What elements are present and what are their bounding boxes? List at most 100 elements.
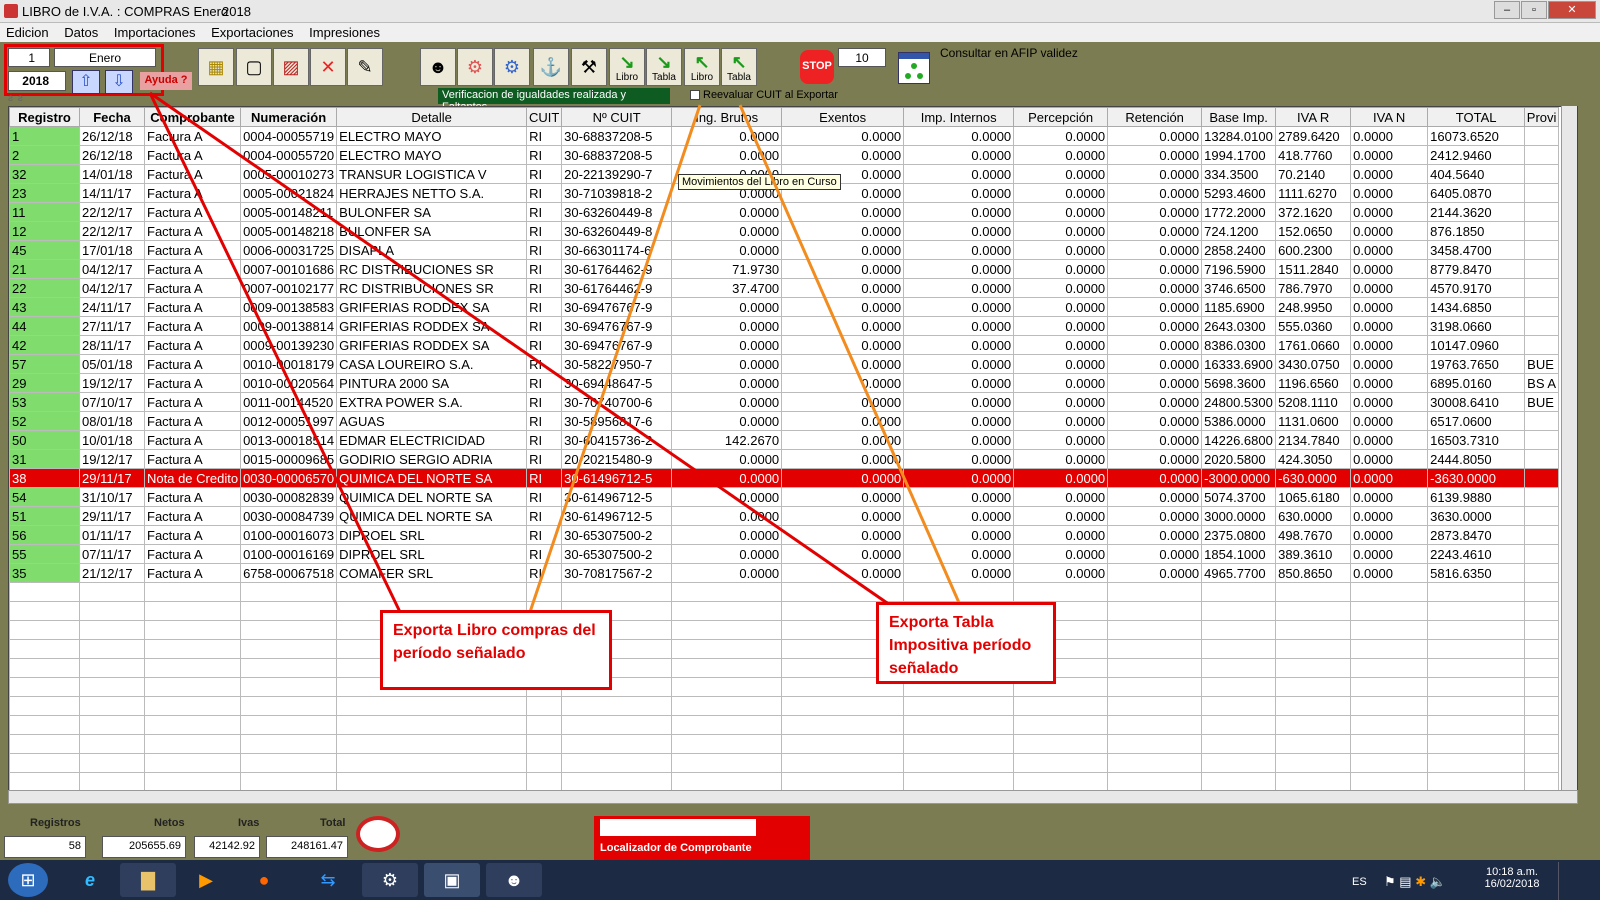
table-cell[interactable]: 0.0000: [903, 221, 1015, 241]
table-cell[interactable]: 1131.0600: [1275, 411, 1352, 431]
table-cell[interactable]: [1013, 582, 1109, 602]
table-cell[interactable]: 0.0000: [671, 373, 783, 393]
table-cell[interactable]: 08/01/18: [79, 411, 145, 431]
arrow-up-icon[interactable]: ⇧: [72, 70, 100, 94]
inspector-button[interactable]: ☻: [420, 48, 456, 86]
table-cell[interactable]: [1201, 696, 1277, 716]
table-cell[interactable]: [240, 696, 338, 716]
table-cell[interactable]: 1196.6560: [1275, 373, 1352, 393]
table-cell[interactable]: [1524, 544, 1560, 564]
table-cell[interactable]: 0.0000: [1107, 411, 1203, 431]
help-button[interactable]: Ayuda ?: [140, 72, 192, 90]
table-cell[interactable]: 0.0000: [671, 525, 783, 545]
table-cell[interactable]: [1107, 639, 1203, 659]
table-cell[interactable]: 0.0000: [1107, 164, 1203, 184]
table-cell[interactable]: 0.0000: [1350, 354, 1429, 374]
table-cell[interactable]: 1185.6900: [1201, 297, 1277, 317]
table-row[interactable]: 12 22/12/17 Factura A 0005-00148218 BULONFER…: [9, 221, 1560, 241]
table-cell[interactable]: 30008.6410: [1427, 392, 1526, 412]
table-cell[interactable]: [9, 753, 80, 773]
table-cell[interactable]: [1275, 715, 1352, 735]
table-cell[interactable]: 1772.2000: [1201, 202, 1277, 222]
table-cell[interactable]: 5698.3600: [1201, 373, 1277, 393]
table-cell[interactable]: [1201, 639, 1277, 659]
table-cell[interactable]: 0.0000: [1013, 544, 1109, 564]
table-cell[interactable]: [9, 715, 80, 735]
table-cell[interactable]: [1350, 772, 1429, 792]
table-cell[interactable]: [561, 582, 673, 602]
table-cell[interactable]: 389.3610: [1275, 544, 1352, 564]
table-cell[interactable]: BUE: [1524, 354, 1560, 374]
table-cell[interactable]: 0011-00144520: [240, 392, 338, 412]
table-cell[interactable]: 5293.4600: [1201, 183, 1277, 203]
table-cell[interactable]: RI: [526, 392, 563, 412]
table-cell[interactable]: 0005-00148218: [240, 221, 338, 241]
table-row[interactable]: 51 29/11/17 Factura A 0030-00084739 QUIMICA …: [9, 506, 1560, 526]
table-cell[interactable]: [1524, 411, 1560, 431]
table-cell[interactable]: 07/11/17: [79, 544, 145, 564]
table-cell[interactable]: 2412.9460: [1427, 145, 1526, 165]
table-cell[interactable]: 17/01/18: [79, 240, 145, 260]
table-cell[interactable]: [1524, 164, 1560, 184]
table-cell[interactable]: [1107, 582, 1203, 602]
table-cell[interactable]: [79, 601, 145, 621]
table-cell[interactable]: [1350, 734, 1429, 754]
table-cell[interactable]: 0.0000: [781, 240, 905, 260]
table-cell[interactable]: 0.0000: [1350, 335, 1429, 355]
empty-row[interactable]: [9, 715, 1560, 735]
table-cell[interactable]: 30-61496712-5: [561, 468, 673, 488]
table-cell[interactable]: Factura A: [143, 126, 242, 146]
table-cell[interactable]: [240, 734, 338, 754]
table-cell[interactable]: 0.0000: [671, 354, 783, 374]
table-cell[interactable]: [1107, 753, 1203, 773]
table-cell[interactable]: [671, 677, 783, 697]
table-cell[interactable]: DIPROEL SRL: [336, 525, 528, 545]
empty-row[interactable]: [9, 658, 1560, 678]
table-cell[interactable]: 0030-00006570: [240, 468, 338, 488]
table-cell[interactable]: [240, 772, 338, 792]
table-cell[interactable]: [1524, 316, 1560, 336]
table-cell[interactable]: 1854.1000: [1201, 544, 1277, 564]
table-cell[interactable]: 0.0000: [903, 430, 1015, 450]
column-header[interactable]: Percepción: [1013, 107, 1109, 127]
table-cell[interactable]: 0100-00016073: [240, 525, 338, 545]
table-cell[interactable]: 27/11/17: [79, 316, 145, 336]
table-cell[interactable]: [671, 715, 783, 735]
table-cell[interactable]: [1524, 259, 1560, 279]
table-cell[interactable]: RI: [526, 259, 563, 279]
table-cell[interactable]: 0007-00101686: [240, 259, 338, 279]
table-cell[interactable]: [1427, 753, 1526, 773]
table-cell[interactable]: 0.0000: [1013, 563, 1109, 583]
table-cell[interactable]: 2243.4610: [1427, 544, 1526, 564]
table-cell[interactable]: Factura A: [143, 202, 242, 222]
table-cell[interactable]: [1013, 696, 1109, 716]
table-cell[interactable]: 0.0000: [671, 335, 783, 355]
table-cell[interactable]: 0.0000: [1350, 126, 1429, 146]
table-cell[interactable]: [1524, 753, 1560, 773]
column-header[interactable]: Nº CUIT: [561, 107, 673, 127]
settings-blue-button[interactable]: ⚙: [494, 48, 530, 86]
table-row[interactable]: 2 26/12/18 Factura A 0004-00055720 ELECTRO M…: [9, 145, 1560, 165]
table-cell[interactable]: 30-69448647-5: [561, 373, 673, 393]
table-cell[interactable]: 0.0000: [1107, 183, 1203, 203]
table-cell[interactable]: 16073.6520: [1427, 126, 1526, 146]
table-cell[interactable]: 0006-00031725: [240, 240, 338, 260]
table-cell[interactable]: 21: [9, 259, 80, 279]
table-cell[interactable]: Factura A: [143, 430, 242, 450]
table-cell[interactable]: 0.0000: [1107, 392, 1203, 412]
table-cell[interactable]: 0.0000: [1107, 525, 1203, 545]
table-cell[interactable]: 0.0000: [1107, 563, 1203, 583]
table-cell[interactable]: 850.8650: [1275, 563, 1352, 583]
table-cell[interactable]: 1: [9, 126, 80, 146]
column-header[interactable]: Comprobante: [143, 107, 242, 127]
table-cell[interactable]: [1524, 202, 1560, 222]
table-cell[interactable]: [1275, 601, 1352, 621]
column-header[interactable]: Provi: [1524, 107, 1560, 127]
table-cell[interactable]: RI: [526, 240, 563, 260]
table-cell[interactable]: 0.0000: [1107, 544, 1203, 564]
edit-note-button[interactable]: ✎: [347, 48, 383, 86]
table-cell[interactable]: [671, 639, 783, 659]
table-cell[interactable]: 498.7670: [1275, 525, 1352, 545]
table-row[interactable]: 11 22/12/17 Factura A 0005-00148211 BULONFER…: [9, 202, 1560, 222]
table-cell[interactable]: [143, 753, 242, 773]
